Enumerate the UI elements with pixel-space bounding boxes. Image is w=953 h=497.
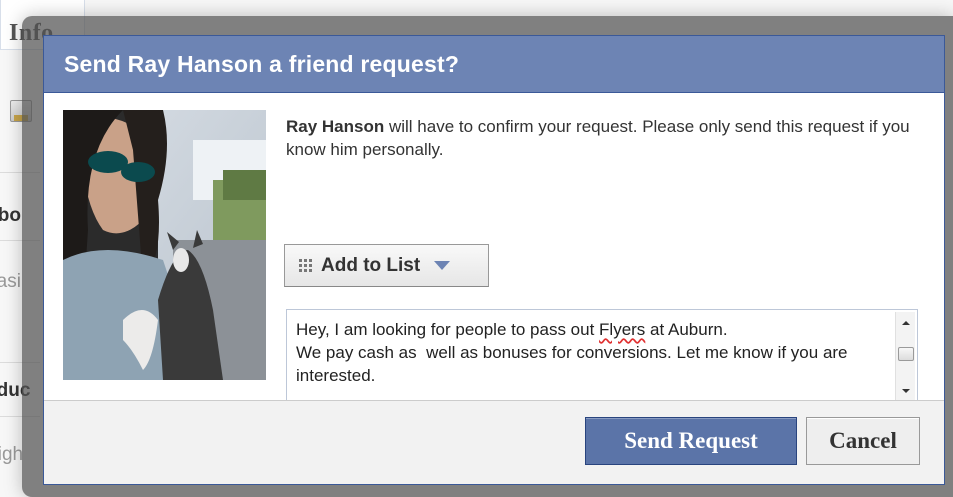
misspelled-word: Flyers xyxy=(599,320,646,339)
dialog-body: Ray Hanson will have to confirm your req… xyxy=(44,93,944,405)
send-request-button[interactable]: Send Request xyxy=(585,417,797,465)
message-scrollbar[interactable] xyxy=(895,312,915,402)
scroll-up-arrow-icon[interactable] xyxy=(900,318,912,328)
dialog-title: Send Ray Hanson a friend request? xyxy=(64,50,460,77)
message-textarea[interactable]: Hey, I am looking for people to pass out… xyxy=(286,309,918,405)
confirm-message: Ray Hanson will have to confirm your req… xyxy=(286,115,918,161)
add-to-list-button[interactable]: Add to List xyxy=(284,244,489,287)
scroll-thumb[interactable] xyxy=(898,347,914,361)
dialog-header: Send Ray Hanson a friend request? xyxy=(44,36,944,93)
request-content: Ray Hanson will have to confirm your req… xyxy=(286,115,918,161)
chevron-down-icon xyxy=(434,260,451,270)
dialog-footer: Send Request Cancel xyxy=(44,400,944,484)
message-text: Hey, I am looking for people to pass out… xyxy=(296,320,848,385)
recipient-name[interactable]: Ray Hanson xyxy=(286,117,384,136)
profile-photo xyxy=(63,110,266,380)
friend-request-dialog: Send Ray Hanson a friend request? Ray Ha… xyxy=(43,35,945,485)
grid-icon xyxy=(299,258,312,272)
scroll-down-arrow-icon[interactable] xyxy=(900,386,912,396)
cancel-button[interactable]: Cancel xyxy=(806,417,920,465)
add-to-list-label: Add to List xyxy=(321,254,421,276)
